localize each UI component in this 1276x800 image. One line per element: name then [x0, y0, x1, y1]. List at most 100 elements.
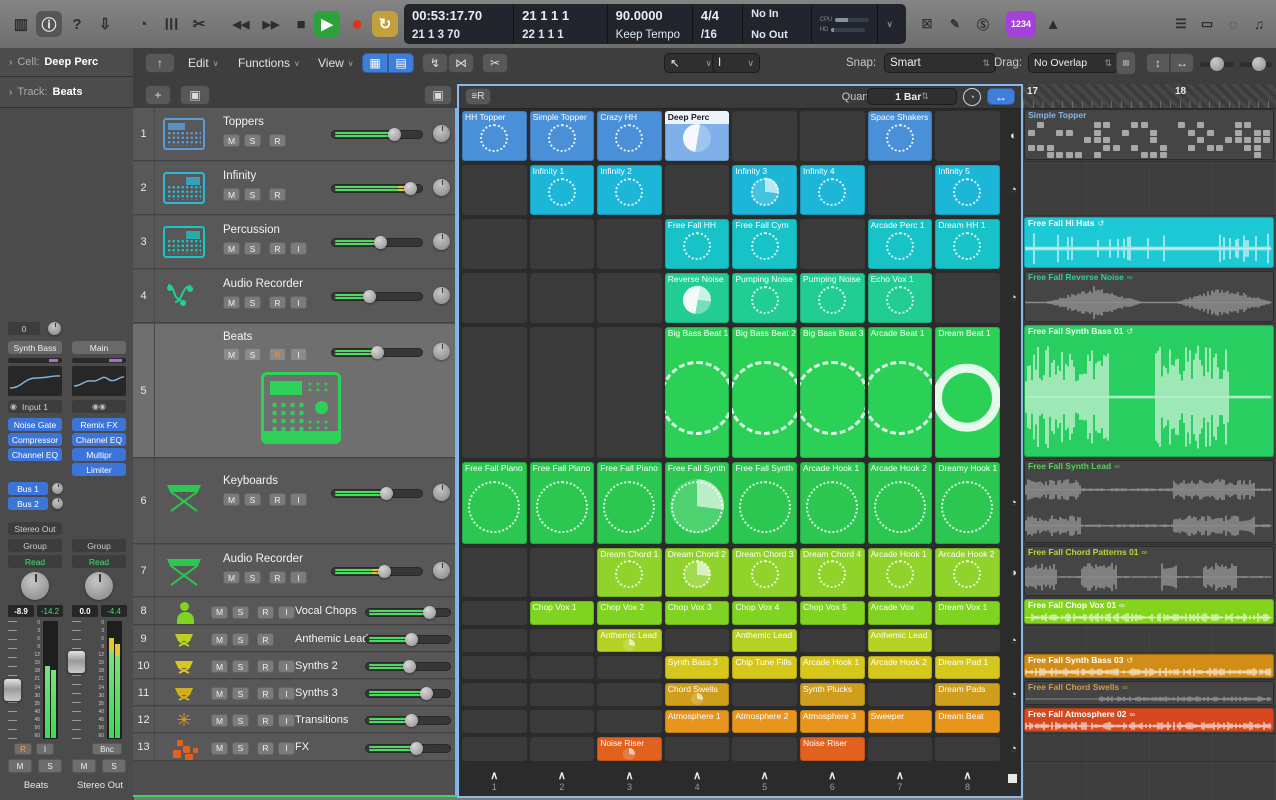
loop-cell-infinity-5[interactable]: Infinity 5: [935, 165, 1000, 215]
region-simple-topper[interactable]: Simple Topper: [1024, 109, 1274, 160]
loop-cell-free-fall-piano[interactable]: Free Fall Piano: [597, 462, 662, 544]
button-r[interactable]: R: [269, 242, 286, 255]
button-r[interactable]: R: [257, 742, 274, 755]
volume-fader-thumb[interactable]: [420, 687, 433, 700]
play-button[interactable]: ▶: [314, 11, 340, 37]
track-header-infinity[interactable]: 2InfinityMSR: [133, 162, 455, 215]
region-free-fall-reverse-noise[interactable]: Free Fall Reverse Noise∞: [1024, 271, 1274, 322]
insert-slot-compressor[interactable]: Compressor: [8, 433, 62, 446]
loop-cell-free-fall-cym[interactable]: Free Fall Cym: [732, 219, 797, 269]
empty-cell-slot[interactable]: [868, 165, 933, 215]
loop-cell-arcade-hook-1[interactable]: Arcade Hook 1: [800, 462, 865, 544]
empty-cell-slot[interactable]: [732, 737, 797, 761]
loop-cell-sweeper[interactable]: Sweeper: [868, 710, 933, 733]
loop-cell-noise-riser[interactable]: Noise Riser: [800, 737, 865, 761]
button-r[interactable]: R: [269, 348, 286, 361]
insert-slot-remix-fx[interactable]: Remix FX: [72, 418, 126, 431]
button-r[interactable]: R: [257, 687, 274, 700]
empty-cell-slot[interactable]: [597, 710, 662, 733]
empty-cell-slot[interactable]: [462, 273, 527, 323]
insert-slot-channel-eq[interactable]: Channel EQ: [72, 433, 126, 446]
loop-cell-chop-vox-3[interactable]: Chop Vox 3: [665, 601, 730, 625]
channel-fader[interactable]: 03691215182124303540455060: [8, 621, 64, 739]
empty-cell-slot[interactable]: [462, 683, 527, 706]
empty-cell-slot[interactable]: [462, 548, 527, 597]
empty-cell-slot[interactable]: [462, 656, 527, 679]
volume-slider[interactable]: [365, 635, 451, 644]
loop-cell-free-fall-piano[interactable]: Free Fall Piano: [530, 462, 595, 544]
loop-cell-arcade-hook-2[interactable]: Arcade Hook 2: [935, 548, 1000, 597]
empty-cell-slot[interactable]: [935, 273, 1000, 323]
loop-cell-anthemic-lead[interactable]: Anthemic Lead: [868, 629, 933, 652]
mute-button[interactable]: M: [8, 759, 32, 773]
button-r[interactable]: R: [257, 714, 274, 727]
back-button[interactable]: ↑: [145, 53, 175, 73]
insert-slot-channel-eq[interactable]: Channel EQ: [8, 448, 62, 461]
pan-knob[interactable]: [21, 572, 49, 600]
button-i[interactable]: I: [290, 348, 307, 361]
insert-slot-limiter[interactable]: Limiter: [72, 463, 126, 476]
eq-thumbnail[interactable]: [72, 366, 126, 396]
quantize-start-menu[interactable]: 1 Bar⇅: [867, 88, 957, 105]
button-s[interactable]: S: [232, 742, 249, 755]
region-free-fall-synth-bass-01[interactable]: Free Fall Synth Bass 01↺: [1024, 325, 1274, 457]
empty-cell-slot[interactable]: [530, 548, 595, 597]
insert-slot-noise-gate[interactable]: Noise Gate: [8, 418, 62, 431]
track-lane[interactable]: [1023, 734, 1276, 762]
channel-setting-button[interactable]: Main: [72, 341, 126, 354]
loop-cell-pumping-noise[interactable]: Pumping Noise: [800, 273, 865, 323]
loop-cell-arcade-hook-1[interactable]: Arcade Hook 1: [868, 548, 933, 597]
group-setting-button[interactable]: Group: [72, 539, 126, 552]
mixer-icon[interactable]: ☰: [158, 11, 184, 37]
button-s[interactable]: S: [232, 606, 249, 619]
performance-recording-button[interactable]: ≡R: [465, 88, 491, 105]
pan-knob[interactable]: [433, 484, 450, 501]
button-r[interactable]: R: [269, 296, 286, 309]
grid-play-mode-icon[interactable]: ◔: [963, 88, 981, 106]
button-i[interactable]: I: [278, 742, 295, 755]
region-free-fall-hi-hats[interactable]: Free Fall Hi Hats↺: [1024, 217, 1274, 268]
empty-cell-slot[interactable]: [597, 683, 662, 706]
loop-cell-dream-chord-3[interactable]: Dream Chord 3: [732, 548, 797, 597]
add-track-button[interactable]: +: [145, 85, 171, 105]
note-pads-icon[interactable]: ▭: [1194, 11, 1220, 37]
loop-cell-chord-swells[interactable]: Chord Swells: [665, 683, 730, 706]
loop-cell-crazy-hh[interactable]: Crazy HH: [597, 111, 662, 161]
button-s[interactable]: S: [232, 687, 249, 700]
stop-button[interactable]: ■: [288, 11, 314, 37]
cell-queue-icon[interactable]: ◔: [1005, 635, 1022, 647]
volume-slider[interactable]: [331, 130, 423, 139]
loop-cell-atmosphere-2[interactable]: Atmosphere 2: [732, 710, 797, 733]
empty-cell-slot[interactable]: [462, 219, 527, 269]
bounce-button[interactable]: Bnc: [92, 743, 122, 755]
loop-cell-synth-plucks[interactable]: Synth Plucks: [800, 683, 865, 706]
cell-queue-icon[interactable]: ◔: [1005, 292, 1022, 304]
volume-fader-thumb[interactable]: [363, 290, 376, 303]
loop-cell-free-fall-piano[interactable]: Free Fall Piano: [462, 462, 527, 544]
volume-slider[interactable]: [365, 716, 451, 725]
button-m[interactable]: M: [223, 296, 240, 309]
empty-cell-slot[interactable]: [530, 273, 595, 323]
empty-cell-slot[interactable]: [530, 656, 595, 679]
empty-cell-slot[interactable]: [597, 273, 662, 323]
empty-cell-slot[interactable]: [732, 111, 797, 161]
loop-cell-dream-beat[interactable]: Dream Beat: [935, 710, 1000, 733]
record-enable-button[interactable]: R: [14, 743, 32, 755]
loop-cell-pumping-noise[interactable]: Pumping Noise: [732, 273, 797, 323]
scene-trigger-1[interactable]: ∧1: [462, 766, 527, 796]
volume-db-value[interactable]: 0.0: [72, 605, 98, 617]
menu-functions[interactable]: Functions∨: [238, 54, 300, 72]
button-s[interactable]: S: [244, 296, 261, 309]
track-header-title[interactable]: › Track: Beats: [0, 77, 133, 108]
volume-slider[interactable]: [331, 184, 423, 193]
button-s[interactable]: S: [232, 660, 249, 673]
scene-trigger-6[interactable]: ∧6: [800, 766, 865, 796]
fader-thumb[interactable]: [4, 679, 21, 701]
empty-cell-slot[interactable]: [462, 629, 527, 652]
media-browser-icon[interactable]: ♫: [1246, 11, 1272, 37]
volume-fader-thumb[interactable]: [378, 565, 391, 578]
loop-cell-deep-perc[interactable]: Deep Perc: [665, 111, 730, 161]
rows-view-toggle[interactable]: ▤: [388, 53, 414, 73]
replace-icon[interactable]: ☒: [914, 11, 940, 37]
empty-cell-slot[interactable]: [665, 737, 730, 761]
